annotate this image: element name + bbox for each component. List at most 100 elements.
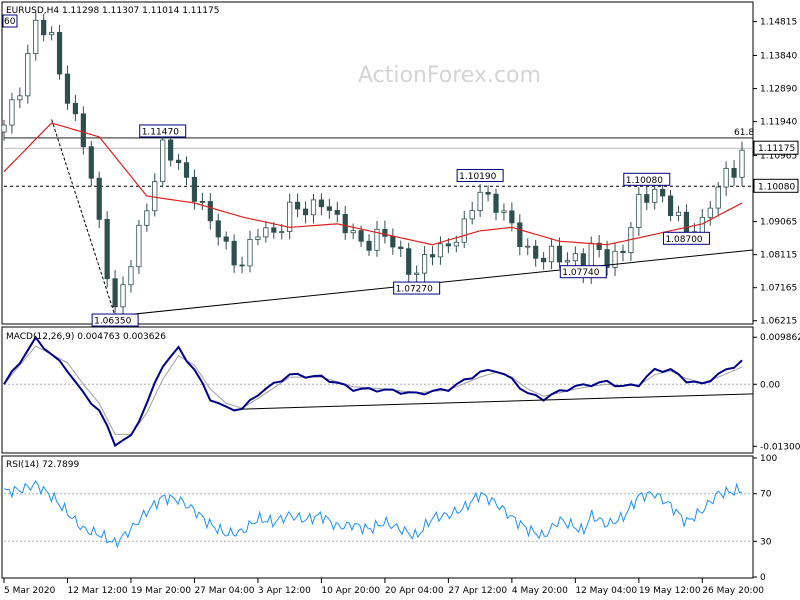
- candle-body: [493, 193, 499, 213]
- x-tick-label: 19 Mar 20:00: [131, 586, 191, 596]
- candle-body: [152, 181, 158, 212]
- candle-body: [334, 210, 340, 215]
- price-ytick-label: 1.14815: [760, 18, 797, 28]
- candle-body: [199, 200, 205, 203]
- candle-body: [56, 32, 63, 75]
- candle-body: [644, 194, 650, 203]
- price-annotation-label: 1.10080: [626, 176, 663, 186]
- price-annotation-label: 1.07270: [396, 285, 433, 295]
- candle-body: [533, 245, 539, 259]
- candle-body: [723, 167, 729, 188]
- candle-body: [120, 284, 126, 308]
- rsi-ytick-label: 0: [760, 573, 766, 583]
- candle-body: [215, 220, 221, 238]
- candle-body: [715, 186, 721, 209]
- eurusd-chart: ActionForex.com 1.14815 1.13840 1.12890 1.1…: [0, 0, 800, 600]
- candle-body: [406, 248, 412, 275]
- price-annotation-label: 1.07740: [562, 268, 599, 278]
- candle-body: [620, 250, 626, 253]
- watermark: ActionForex.com: [358, 63, 541, 88]
- candle-body: [453, 241, 459, 247]
- x-tick-label: 26 May 20:00: [702, 586, 764, 596]
- level-tag: 1.10080: [758, 182, 795, 192]
- candle-body: [191, 176, 198, 202]
- rsi-ytick-label: 100: [760, 454, 777, 464]
- candle-body: [350, 230, 356, 234]
- macd-ytick-label: -0.013002: [760, 442, 800, 452]
- candle-body: [9, 99, 15, 126]
- candle-body: [477, 191, 483, 212]
- price-ytick-label: 1.06215: [760, 317, 797, 327]
- candle-body: [1, 124, 7, 133]
- price-header: EURUSD,H4 1.11298 1.11307 1.11014 1.1117…: [6, 6, 219, 16]
- x-tick-label: 12 Mar 12:00: [67, 586, 127, 596]
- macd-ytick-label: 0.00: [760, 380, 780, 390]
- price-annotation-label: 1.06350: [94, 317, 131, 327]
- candle-body: [128, 266, 134, 286]
- candle-body: [414, 272, 420, 275]
- candle-body: [88, 146, 94, 179]
- x-tick-label: 4 May 20:00: [512, 586, 568, 596]
- candle-body: [318, 199, 325, 208]
- candle-body: [25, 53, 31, 97]
- candle-body: [279, 231, 285, 233]
- corner-label: 60: [4, 17, 16, 27]
- candle-body: [652, 188, 658, 203]
- current-price-tag: 1.11175: [758, 144, 795, 154]
- chart-background: [0, 0, 800, 600]
- candle-body: [239, 264, 245, 267]
- price-ytick-label: 1.13840: [760, 52, 797, 62]
- candle-body: [295, 201, 301, 210]
- candle-body: [33, 19, 39, 54]
- x-tick-label: 27 Mar 04:00: [194, 586, 254, 596]
- candle-body: [469, 210, 475, 220]
- candle-body: [437, 243, 444, 258]
- candle-body: [429, 254, 436, 258]
- candle-body: [612, 250, 618, 268]
- x-tick-label: 27 Apr 12:00: [448, 586, 507, 596]
- rsi-ytick-label: 70: [760, 490, 772, 500]
- candle-body: [112, 278, 118, 308]
- candle-body: [366, 240, 372, 251]
- price-annotation-label: 1.11470: [142, 127, 179, 137]
- x-tick-label: 5 Mar 2020: [4, 586, 56, 596]
- candle-body: [675, 211, 682, 216]
- candle-body: [247, 239, 253, 267]
- candle-body: [707, 207, 713, 218]
- candle-body: [41, 19, 47, 36]
- candle-body: [731, 167, 737, 178]
- candle-body: [263, 227, 269, 238]
- candle-body: [271, 227, 277, 233]
- candle-body: [17, 95, 23, 101]
- price-ytick-label: 1.09065: [760, 218, 797, 228]
- candle-body: [382, 228, 388, 237]
- candle-body: [461, 218, 467, 243]
- candle-body: [49, 32, 55, 36]
- macd-ytick-label: 0.009862: [760, 333, 800, 343]
- candle-body: [231, 240, 237, 266]
- price-ytick-label: 1.11940: [760, 118, 797, 128]
- candle-body: [80, 113, 86, 148]
- price-annotation-label: 1.08700: [665, 235, 702, 245]
- candle-body: [342, 213, 348, 234]
- candle-body: [255, 236, 261, 240]
- candle-body: [509, 210, 515, 224]
- candle-body: [168, 139, 174, 161]
- x-tick-label: 3 Apr 12:00: [258, 586, 311, 596]
- candle-body: [183, 162, 190, 178]
- candle-body: [175, 159, 182, 164]
- candle-body: [548, 245, 555, 263]
- x-tick-label: 19 May 12:00: [639, 586, 701, 596]
- candle-body: [501, 210, 507, 213]
- candle-body: [667, 195, 674, 216]
- candle-body: [556, 245, 563, 263]
- candle-body: [421, 254, 428, 274]
- candle-body: [358, 230, 364, 242]
- candle-body: [104, 218, 110, 280]
- macd-header: MACD(12,26,9) 0.004763 0.003626: [6, 332, 166, 342]
- candle-body: [390, 235, 396, 248]
- x-tick-label: 12 May 04:00: [575, 586, 637, 596]
- candle-body: [485, 191, 491, 195]
- candle-body: [160, 139, 166, 183]
- candle-body: [207, 201, 213, 222]
